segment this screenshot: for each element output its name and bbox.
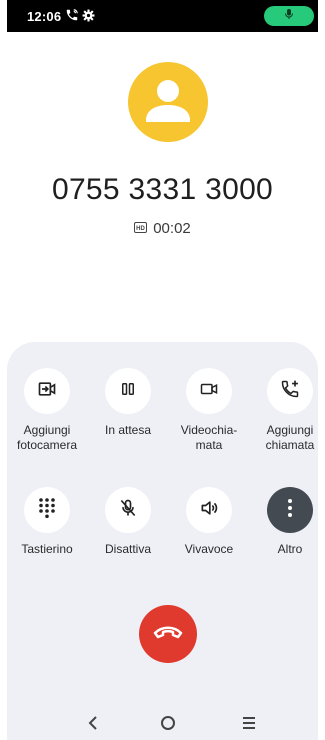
more-vertical-icon bbox=[287, 498, 293, 523]
home-button[interactable] bbox=[156, 713, 180, 737]
mic-in-use-indicator[interactable] bbox=[264, 6, 314, 26]
more-button[interactable]: Altro bbox=[250, 487, 318, 557]
contact-avatar bbox=[128, 62, 208, 142]
recents-icon bbox=[241, 716, 257, 735]
home-icon bbox=[160, 715, 176, 736]
status-time: 12:06 bbox=[27, 9, 62, 24]
video-camera-icon bbox=[199, 380, 219, 403]
add-call-button[interactable]: Aggiungi chiamata bbox=[250, 368, 318, 453]
end-call-icon bbox=[153, 624, 183, 645]
caller-number: 0755 3331 3000 bbox=[51, 173, 274, 206]
mic-off-icon bbox=[118, 498, 138, 523]
dialpad-icon bbox=[38, 497, 56, 523]
wifi-calling-icon bbox=[65, 8, 79, 27]
status-bar: 12:06 bbox=[7, 0, 318, 32]
dialpad-button[interactable]: Tastierino bbox=[7, 487, 87, 557]
mute-button[interactable]: Disattiva bbox=[88, 487, 168, 557]
speaker-button[interactable]: Vivavoce bbox=[169, 487, 249, 557]
speaker-icon bbox=[199, 498, 219, 523]
hold-button[interactable]: In attesa bbox=[88, 368, 168, 438]
svg-text:HD: HD bbox=[136, 226, 145, 232]
navigation-bar bbox=[7, 705, 318, 740]
pause-icon bbox=[119, 380, 137, 403]
add-camera-icon bbox=[37, 379, 57, 404]
person-icon bbox=[146, 80, 190, 122]
phone-screen: 12:06 0755 3331 3000 HD 00:02 Aggiungi f… bbox=[0, 0, 325, 740]
mic-icon bbox=[283, 7, 295, 26]
end-call-button[interactable] bbox=[139, 605, 197, 663]
add-call-icon bbox=[280, 379, 300, 404]
recents-button[interactable] bbox=[237, 713, 261, 737]
gear-icon bbox=[82, 9, 95, 27]
back-button[interactable] bbox=[81, 713, 105, 737]
video-call-button[interactable]: Videochia-mata bbox=[169, 368, 249, 453]
back-icon bbox=[87, 715, 99, 736]
call-duration: 00:02 bbox=[153, 220, 191, 237]
call-duration-row: HD 00:02 bbox=[7, 220, 318, 237]
add-camera-button[interactable]: Aggiungi fotocamera bbox=[7, 368, 87, 453]
hd-badge-icon: HD bbox=[134, 220, 148, 237]
